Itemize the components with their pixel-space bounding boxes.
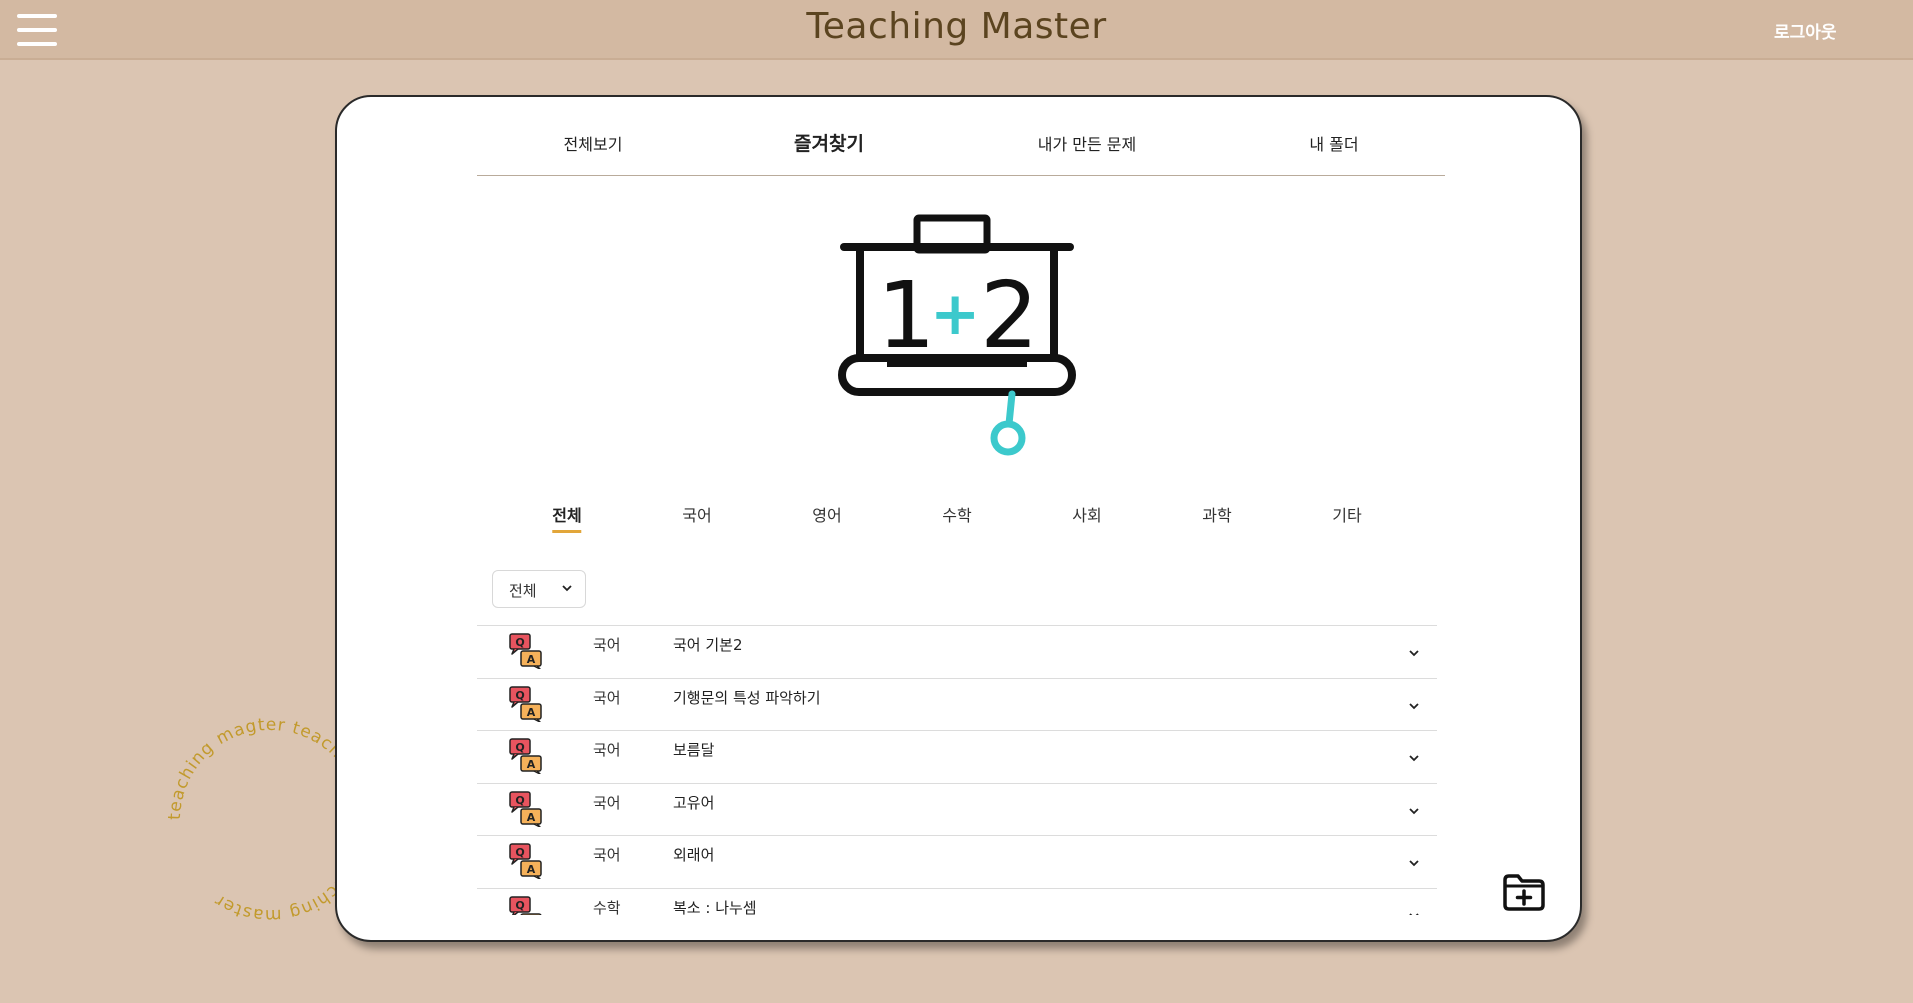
problem-subject: 국어: [593, 846, 621, 864]
problem-row[interactable]: Q A 국어 보름달: [477, 730, 1437, 782]
qa-icon-q: Q: [515, 846, 524, 859]
qa-icon: QA: [509, 738, 542, 774]
logout-button[interactable]: 로그아웃: [1774, 18, 1837, 43]
folder-plus-icon: [1503, 874, 1545, 911]
problem-subject: 국어: [593, 688, 621, 707]
subject-tab-science[interactable]: 과학: [1202, 502, 1231, 530]
qa-icon: QA: [509, 633, 542, 669]
tab-all[interactable]: 전체보기: [564, 131, 623, 155]
filter-selected-value: 전체: [509, 582, 537, 600]
add-folder-button[interactable]: [1502, 872, 1546, 912]
qa-icon-a: A: [527, 758, 536, 771]
problem-title: 고유어: [673, 793, 715, 812]
subject-tab-korean[interactable]: 국어: [682, 502, 711, 530]
chevron-down-icon[interactable]: [1407, 804, 1421, 818]
top-tab-bar: 전체보기 즐겨찾기 내가 만든 문제 내 폴더: [477, 97, 1445, 176]
problem-title: 보름달: [673, 741, 715, 759]
subject-tab-all[interactable]: 전체: [552, 502, 582, 533]
tab-favorites[interactable]: 즐겨찾기: [794, 129, 864, 156]
chevron-down-icon[interactable]: [1407, 751, 1421, 765]
qa-icon-q: Q: [515, 741, 524, 754]
chevron-down-icon: [562, 585, 572, 592]
qa-icon-a: A: [527, 706, 536, 719]
problem-row[interactable]: Q A 국어 외래어: [477, 835, 1437, 887]
chevron-down-icon[interactable]: [1407, 699, 1421, 713]
qa-icon-q: Q: [515, 794, 524, 807]
tab-my-folder[interactable]: 내 폴더: [1309, 131, 1358, 155]
app-header: Teaching Master 로그아웃: [0, 0, 1913, 60]
subject-tab-bar: 전체 국어 영어 수학 사회 과학 기타: [477, 502, 1445, 542]
app-title: Teaching Master: [806, 6, 1107, 47]
board-number-left: 1: [877, 262, 936, 369]
qa-icon-q: Q: [515, 636, 524, 649]
board-number-right: 2: [980, 262, 1039, 369]
qa-icon: QA: [509, 895, 542, 915]
subject-tab-social[interactable]: 사회: [1072, 502, 1101, 530]
main-card: 전체보기 즐겨찾기 내가 만든 문제 내 폴더 1 + 2 전체 국어 영어 수…: [335, 95, 1582, 942]
qa-icon: QA: [509, 843, 542, 879]
qa-icon: QA: [509, 685, 542, 722]
tab-my-problems[interactable]: 내가 만든 문제: [1038, 131, 1137, 155]
problem-row[interactable]: Q A 국어 기행문의 특성 파악하기: [477, 677, 1437, 730]
qa-icon-a: A: [527, 863, 536, 876]
qa-icon-a: A: [527, 653, 536, 666]
problem-subject: 국어: [593, 741, 621, 759]
problem-subject: 수학: [593, 898, 621, 916]
qa-icon-q: Q: [515, 689, 524, 702]
problem-subject: 국어: [593, 793, 621, 812]
subject-tab-other[interactable]: 기타: [1332, 502, 1361, 530]
problem-row[interactable]: Q A 수학 복소 : 나누셈: [477, 887, 1437, 916]
chevron-down-icon[interactable]: [1407, 646, 1421, 660]
subject-filter-select[interactable]: 전체: [492, 570, 586, 608]
problem-title: 국어 기본2: [673, 636, 743, 654]
problem-title: 외래어: [673, 846, 715, 864]
subject-tab-math[interactable]: 수학: [942, 502, 971, 530]
problem-title: 기행문의 특성 파악하기: [673, 688, 821, 707]
qa-icon-a: A: [527, 811, 536, 824]
problem-row[interactable]: Q A 국어 국어 기본2: [477, 625, 1437, 677]
problem-row[interactable]: Q A 국어 고유어: [477, 782, 1437, 835]
qa-icon-q: Q: [515, 899, 524, 912]
chevron-down-icon[interactable]: [1407, 909, 1421, 916]
subject-tab-english[interactable]: 영어: [812, 502, 841, 530]
problem-title: 복소 : 나누셈: [673, 898, 757, 916]
chevron-down-icon[interactable]: [1407, 856, 1421, 870]
problem-subject: 국어: [593, 636, 621, 654]
problem-list: Q A 국어 국어 기본2 Q A 국어 기행문의 특성 파악하기 Q A 국어 보름달 Q A 국어 고유어…: [477, 625, 1437, 915]
whiteboard-illustration: 1 + 2: [832, 212, 1082, 457]
qa-icon: QA: [509, 790, 542, 827]
board-plus-sign: +: [930, 279, 980, 349]
